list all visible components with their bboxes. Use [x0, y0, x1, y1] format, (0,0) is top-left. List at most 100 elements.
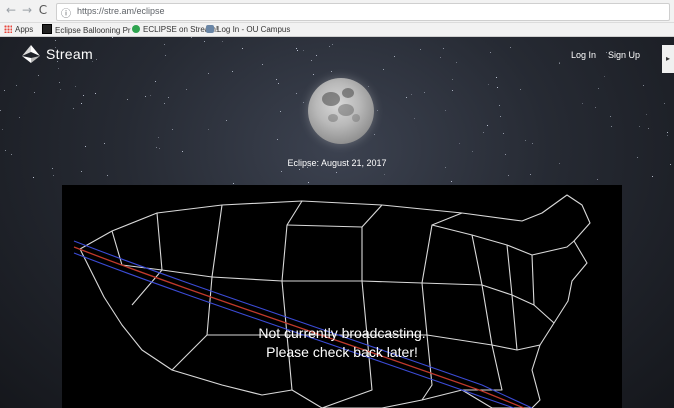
star-dot: [296, 93, 297, 94]
bookmarks-bar: Apps Eclipse Ballooning Pr ECLIPSE on St…: [0, 23, 674, 37]
star-dot: [53, 175, 54, 176]
url-text[interactable]: https://stre.am/eclipse: [77, 6, 165, 16]
login-link[interactable]: Log In: [571, 50, 596, 60]
star-dot: [440, 57, 441, 58]
bookmark-ou-campus[interactable]: Log In - OU Campus: [206, 24, 290, 35]
star-dot: [384, 174, 385, 175]
star-dot: [299, 169, 300, 170]
star-dot: [664, 103, 665, 104]
forward-icon[interactable]: →: [20, 3, 34, 17]
star-dot: [296, 48, 297, 49]
back-icon[interactable]: ←: [4, 3, 18, 17]
stream-logo-icon: [22, 45, 40, 63]
star-dot: [85, 146, 86, 147]
star-dot: [595, 107, 596, 108]
stream-favicon-icon: [132, 25, 140, 33]
star-dot: [34, 92, 35, 93]
star-dot: [488, 84, 489, 85]
signup-link[interactable]: Sign Up: [608, 50, 640, 60]
star-dot: [145, 96, 146, 97]
star-dot: [487, 125, 488, 126]
stream-logo[interactable]: Stream: [20, 43, 93, 65]
site-favicon-icon: [42, 24, 52, 34]
star-dot: [164, 44, 165, 45]
star-dot: [652, 176, 653, 177]
star-dot: [204, 41, 205, 42]
star-dot: [168, 97, 169, 98]
side-panel-toggle[interactable]: ▸: [662, 45, 674, 73]
star-dot: [58, 68, 59, 69]
star-dot: [505, 154, 506, 155]
star-dot: [456, 62, 457, 63]
star-dot: [303, 50, 304, 51]
star-dot: [104, 143, 105, 144]
star-dot: [313, 74, 314, 75]
star-dot: [172, 129, 173, 130]
star-dot: [452, 79, 453, 80]
star-dot: [483, 132, 484, 133]
star-dot: [406, 97, 407, 98]
star-dot: [510, 47, 511, 48]
star-dot: [525, 140, 526, 141]
star-dot: [411, 94, 412, 95]
star-dot: [459, 143, 460, 144]
star-dot: [598, 88, 599, 89]
video-player[interactable]: Not currently broadcasting. Please check…: [62, 185, 622, 408]
star-dot: [159, 148, 160, 149]
star-dot: [667, 135, 668, 136]
star-dot: [4, 90, 5, 91]
star-dot: [83, 95, 84, 96]
star-dot: [420, 49, 421, 50]
star-dot: [164, 103, 165, 104]
star-dot: [226, 120, 227, 121]
star-dot: [75, 86, 76, 87]
us-map-image: [73, 194, 591, 408]
address-bar[interactable]: ⓘ https://stre.am/eclipse: [56, 3, 670, 21]
star-dot: [276, 79, 277, 80]
star-dot: [530, 174, 531, 175]
star-dot: [490, 52, 491, 53]
star-dot: [383, 69, 384, 70]
star-dot: [643, 85, 644, 86]
browser-toolbar: ← → C ⓘ https://stre.am/eclipse: [0, 0, 674, 23]
star-dot: [424, 92, 425, 93]
star-dot: [33, 177, 34, 178]
star-dot: [377, 110, 378, 111]
star-dot: [451, 181, 452, 182]
star-dot: [73, 108, 74, 109]
bookmark-eclipse-ballooning[interactable]: Eclipse Ballooning Pr: [42, 24, 131, 35]
star-dot: [278, 83, 279, 84]
star-dot: [316, 55, 317, 56]
status-line-1: Not currently broadcasting.: [258, 325, 426, 341]
star-dot: [150, 95, 151, 96]
apps-grid-icon: [4, 25, 12, 33]
star-dot: [648, 128, 649, 129]
star-dot: [60, 89, 61, 90]
star-dot: [452, 90, 453, 91]
reload-icon[interactable]: C: [36, 3, 50, 17]
star-dot: [191, 37, 192, 38]
info-icon[interactable]: ⓘ: [61, 5, 71, 20]
star-dot: [95, 93, 96, 94]
star-dot: [16, 85, 17, 86]
moon-image: [308, 78, 374, 144]
bookmark-apps[interactable]: Apps: [4, 24, 33, 35]
star-dot: [55, 40, 56, 41]
star-dot: [262, 64, 263, 65]
star-dot: [303, 102, 304, 103]
star-dot: [394, 56, 395, 57]
logo-text: Stream: [46, 46, 93, 62]
star-dot: [186, 89, 187, 90]
star-dot: [499, 105, 500, 106]
star-dot: [496, 77, 497, 78]
star-dot: [597, 179, 598, 180]
star-dot: [38, 75, 39, 76]
star-dot: [559, 62, 560, 63]
star-dot: [604, 76, 605, 77]
star-dot: [208, 73, 209, 74]
star-dot: [0, 110, 1, 111]
star-dot: [639, 126, 640, 127]
star-dot: [336, 172, 337, 173]
star-dot: [329, 46, 330, 47]
broadcast-status-message: Not currently broadcasting. Please check…: [62, 324, 622, 362]
